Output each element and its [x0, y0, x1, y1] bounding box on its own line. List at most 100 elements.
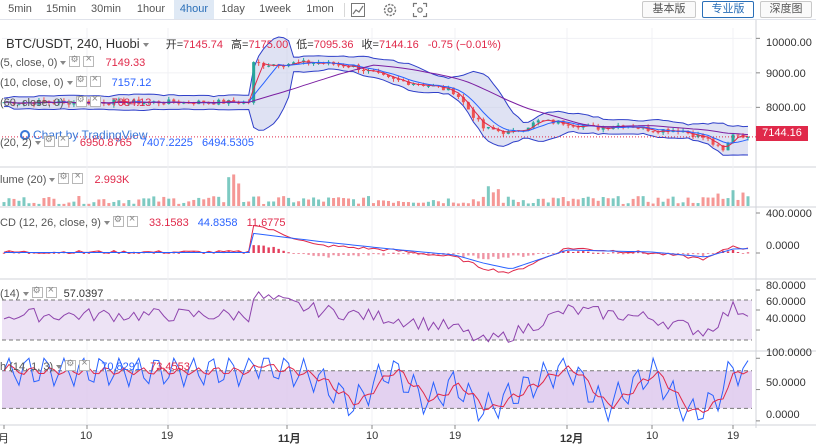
volume-bar [32, 202, 36, 206]
macd-histogram-bar [606, 253, 610, 254]
volume-bar [491, 192, 495, 206]
view-pro-button[interactable]: 专业版 [702, 1, 754, 18]
open-label: 开= [165, 39, 184, 51]
indicator-icon[interactable] [350, 2, 366, 18]
macd-histogram-bar [482, 253, 485, 260]
macd-histogram-bar [252, 245, 255, 253]
close-icon[interactable] [72, 170, 84, 184]
volume-bar [586, 196, 590, 206]
chevron-down-icon[interactable] [103, 221, 110, 225]
candle-body [566, 124, 570, 126]
volume-bar [571, 198, 575, 206]
volume-bar [531, 203, 535, 206]
close-icon[interactable] [89, 73, 101, 87]
macd-histogram-bar [292, 253, 295, 254]
chevron-down-icon[interactable] [142, 43, 149, 47]
macd-histogram-bar [726, 251, 730, 253]
timeframe-4hour[interactable]: 4hour [174, 0, 214, 19]
gear-icon[interactable] [112, 214, 124, 227]
gear-icon[interactable] [43, 134, 55, 147]
symbol-legend: BTC/USDT, 240, Huobi 开=7145.74 高=7175.00… [6, 36, 501, 52]
close-icon[interactable] [126, 213, 138, 227]
volume-bar [546, 202, 550, 206]
macd-histogram-bar [257, 245, 260, 253]
volume-bar [362, 197, 366, 206]
ma5-legend: (5, close, 0) 7149.33 [0, 53, 145, 69]
macd-line-value: 44.8358 [197, 217, 238, 229]
chevron-down-icon[interactable] [56, 365, 63, 369]
view-depth-button[interactable]: 深度图 [760, 1, 812, 18]
volume-bar [601, 197, 605, 206]
kdj-axis-label: 0.0000 [766, 409, 800, 421]
volume-bar [486, 186, 490, 206]
settings-icon[interactable] [382, 2, 398, 18]
chevron-down-icon[interactable] [66, 81, 73, 85]
volume-bar [2, 202, 6, 206]
chevron-down-icon[interactable] [34, 141, 41, 145]
volume-bar [701, 197, 705, 206]
macd-histogram-bar [267, 247, 270, 253]
macd-histogram-bar [542, 253, 545, 254]
volume-bar [212, 196, 216, 206]
gear-icon[interactable] [31, 285, 43, 298]
volume-bar [661, 201, 665, 206]
view-basic-button[interactable]: 基本版 [642, 1, 696, 18]
gear-icon[interactable] [75, 74, 87, 87]
volume-bar [626, 203, 630, 206]
time-axis-label: 19 [449, 430, 462, 442]
timeframe-15min[interactable]: 15min [42, 0, 80, 19]
volume-bar [651, 203, 655, 206]
close-icon[interactable] [79, 357, 91, 371]
timeframe-5min[interactable]: 5min [4, 0, 36, 19]
price-axis-label: 9000.00 [766, 68, 806, 80]
rsi-axis-label: 40.0000 [766, 313, 806, 325]
timeframe-1day[interactable]: 1day [218, 0, 248, 19]
volume-bar [391, 202, 395, 206]
macd-histogram-bar [297, 253, 300, 255]
gear-icon[interactable] [58, 171, 70, 184]
candle-body [476, 117, 480, 120]
volume-bar [581, 197, 585, 206]
timeframe-1mon[interactable]: 1mon [302, 0, 338, 19]
macd-histogram-bar [517, 253, 520, 256]
volume-bar [222, 202, 226, 206]
macd-histogram-bar [616, 253, 620, 254]
volume-bar [152, 196, 156, 206]
macd-histogram-bar [572, 251, 575, 253]
close-icon[interactable] [83, 53, 95, 67]
gear-icon[interactable] [65, 358, 77, 371]
volume-bar [576, 199, 580, 206]
chevron-down-icon[interactable] [66, 101, 73, 105]
timeframe-1hour[interactable]: 1hour [132, 0, 170, 19]
volume-bar [711, 197, 715, 206]
close-icon[interactable] [89, 93, 101, 107]
open-value: 7145.74 [183, 39, 223, 51]
volume-bar [277, 197, 281, 206]
macd-axis-label: 400.0000 [766, 208, 812, 220]
macd-histogram-bar [332, 253, 335, 256]
volume-bar [92, 202, 96, 206]
gear-icon[interactable] [75, 94, 87, 107]
macd-histogram-bar [587, 251, 590, 253]
volume-bar [332, 197, 336, 206]
timeframe-1week[interactable]: 1week [254, 0, 296, 19]
timeframe-30min[interactable]: 30min [86, 0, 126, 19]
time-axis-label: 12月 [560, 433, 584, 444]
close-icon[interactable] [45, 284, 57, 298]
bollinger-legend: (20, 2) 6950.8765 7407.2225 6494.5305 [0, 133, 254, 149]
volume-bar [436, 201, 440, 206]
chevron-down-icon[interactable] [49, 178, 56, 182]
chevron-down-icon[interactable] [22, 292, 29, 296]
fullscreen-icon[interactable] [412, 2, 428, 18]
macd-histogram-bar [342, 253, 345, 255]
volume-bar [27, 203, 31, 206]
chevron-down-icon[interactable] [60, 61, 67, 65]
time-axis-label: 10 [80, 430, 93, 442]
volume-bar [87, 203, 91, 206]
volume-bar [606, 198, 610, 206]
close-icon[interactable] [57, 133, 69, 147]
volume-bar [282, 196, 286, 206]
volume-bar [466, 203, 470, 206]
gear-icon[interactable] [69, 54, 81, 67]
macd-histogram-bar [457, 253, 460, 255]
